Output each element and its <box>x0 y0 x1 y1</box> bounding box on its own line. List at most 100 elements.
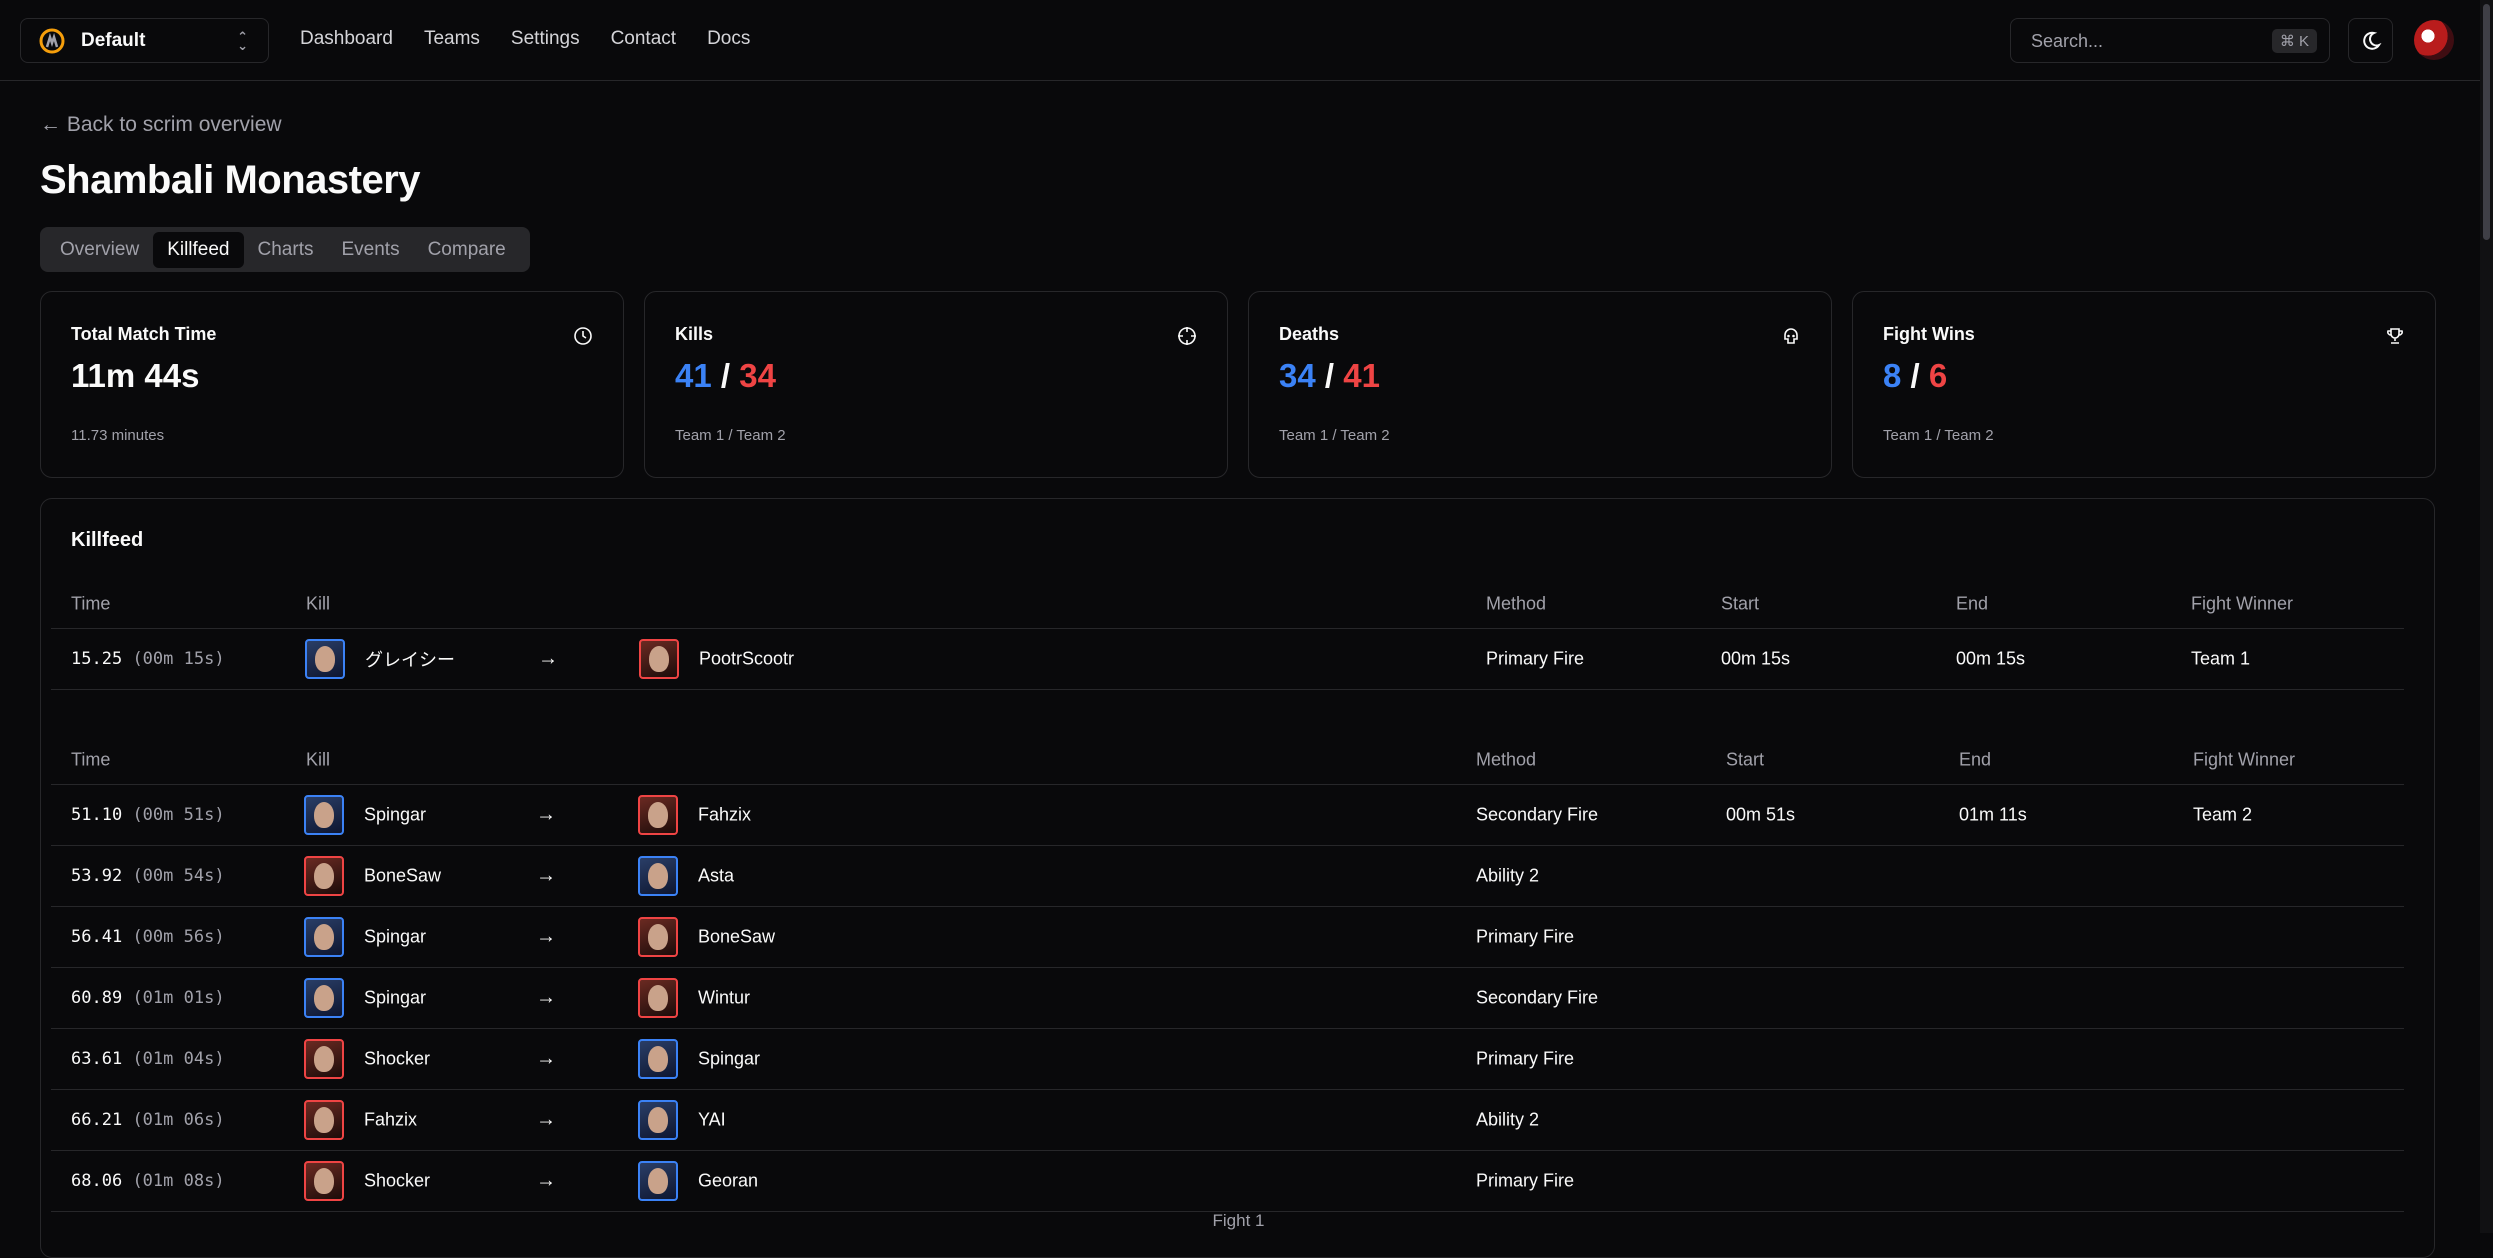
top-navbar: Default ⌃ ⌄ Dashboard Teams Settings Cont… <box>0 0 2480 81</box>
kill-time-formatted: (01m 01s) <box>132 988 225 1008</box>
victim[interactable]: Georan <box>638 1161 758 1201</box>
table-row: 60.89 (01m 01s) Spingar → Wintur Secondary F… <box>51 968 2404 1029</box>
arrow-right-icon: → <box>536 925 556 948</box>
kill-time: 68.06 (01m 08s) <box>71 1171 225 1191</box>
column-header-winner: Fight Winner <box>2191 593 2294 613</box>
overwatch-logo-icon <box>39 28 65 53</box>
killer[interactable]: Fahzix <box>304 1100 417 1140</box>
stat-card-match-time: Total Match Time 11m 44s 11.73 minutes <box>40 291 624 478</box>
killer-name: Spingar <box>364 804 427 825</box>
table-row: 66.21 (01m 06s) Fahzix → YAI Ability 2 <box>51 1090 2404 1151</box>
team2-value: 6 <box>1928 357 1948 394</box>
card-label: Kills <box>675 324 714 344</box>
nav-dashboard[interactable]: Dashboard <box>300 28 393 50</box>
team-switcher-label: Default <box>81 29 146 51</box>
table-row: 51.10 (00m 51s) Spingar → Fahzix Secondary F… <box>51 785 2404 846</box>
kill-time-formatted: (01m 08s) <box>132 1171 225 1191</box>
column-header-end: End <box>1959 749 1992 769</box>
kill-time: 66.21 (01m 06s) <box>71 1110 225 1130</box>
hero-portrait-icon <box>304 1100 344 1140</box>
arrow-right-icon: → <box>536 1108 556 1131</box>
killer-name: Fahzix <box>364 1109 418 1130</box>
hero-portrait-icon <box>639 639 679 679</box>
victim-name: Georan <box>698 1170 759 1191</box>
killer-name: グレイシー <box>365 650 455 670</box>
victim-name: BoneSaw <box>698 926 776 947</box>
value-separator: / <box>711 357 740 394</box>
victim[interactable]: Spingar <box>638 1039 760 1079</box>
search-placeholder: Search... <box>2031 31 2104 51</box>
victim[interactable]: BoneSaw <box>638 917 775 957</box>
kill-time-formatted: (00m 54s) <box>132 866 225 886</box>
column-header-method: Method <box>1486 593 1547 613</box>
nav-contact[interactable]: Contact <box>611 28 676 50</box>
column-header-start: Start <box>1726 749 1765 769</box>
tab-compare[interactable]: Compare <box>414 232 520 268</box>
arrow-right-icon: → <box>536 1169 556 1192</box>
team-switcher[interactable]: Default ⌃ ⌄ <box>20 18 269 63</box>
victim[interactable]: PootrScootr <box>639 639 794 679</box>
victim[interactable]: YAI <box>638 1100 726 1140</box>
kill-time-formatted: (00m 56s) <box>132 927 225 947</box>
nav-teams[interactable]: Teams <box>424 28 480 50</box>
search-shortcut-badge: ⌘ K <box>2271 29 2317 53</box>
kill-method: Primary Fire <box>1476 1048 1574 1069</box>
killer[interactable]: Spingar <box>304 917 426 957</box>
column-header-end: End <box>1956 593 1989 613</box>
kill-time-formatted: (00m 15s) <box>132 649 225 669</box>
user-avatar[interactable] <box>2414 20 2454 60</box>
killer[interactable]: Shocker <box>304 1161 430 1201</box>
stat-card-deaths: Deaths 34 / 41 Team 1 / Team 2 <box>1248 291 1832 478</box>
page-scrollbar[interactable] <box>2480 0 2493 1233</box>
column-header-time: Time <box>71 593 111 613</box>
tab-list: Overview Killfeed Charts Events Compare <box>40 227 530 272</box>
nav-settings[interactable]: Settings <box>511 28 580 50</box>
killer-name: Spingar <box>364 987 427 1008</box>
kill-time-seconds: 56.41 <box>71 927 123 947</box>
kill-method: Primary Fire <box>1476 1170 1574 1191</box>
killer[interactable]: Shocker <box>304 1039 430 1079</box>
search-input[interactable]: Search... ⌘ K <box>2010 18 2330 63</box>
team1-value: 34 <box>1279 357 1316 394</box>
kill-time: 53.92 (00m 54s) <box>71 866 225 886</box>
column-header-winner: Fight Winner <box>2193 749 2296 769</box>
hero-portrait-icon <box>638 1100 678 1140</box>
card-label: Total Match Time <box>71 324 217 344</box>
killer[interactable]: Spingar <box>304 795 426 835</box>
killfeed-card: Killfeed Fight 1 Time Kill Method Start End F… <box>40 498 2435 1258</box>
kill-time-seconds: 51.10 <box>71 805 123 825</box>
nav-docs[interactable]: Docs <box>707 28 750 50</box>
hero-portrait-icon <box>304 1161 344 1201</box>
tab-events[interactable]: Events <box>327 232 413 268</box>
victim[interactable]: Wintur <box>638 978 750 1018</box>
scrollbar-thumb[interactable] <box>2483 4 2490 240</box>
hero-portrait-icon <box>638 978 678 1018</box>
kill-start: 00m 15s <box>1721 648 1791 669</box>
theme-toggle-button[interactable] <box>2348 18 2393 63</box>
kill-method: Ability 2 <box>1476 865 1540 886</box>
hero-portrait-icon <box>638 1039 678 1079</box>
victim[interactable]: Fahzix <box>638 795 751 835</box>
victim[interactable]: Asta <box>638 856 734 896</box>
killer[interactable]: BoneSaw <box>304 856 441 896</box>
arrow-right-icon: → <box>536 864 556 887</box>
tab-killfeed[interactable]: Killfeed <box>153 231 244 268</box>
team1-value: 8 <box>1883 357 1902 394</box>
crosshair-icon <box>1178 327 1196 345</box>
stat-card-fight-wins: Fight Wins 8 / 6 Team 1 / Team 2 <box>1852 291 2436 478</box>
killer[interactable]: Spingar <box>304 978 426 1018</box>
stat-card-kills: Kills 41 / 34 Team 1 / Team 2 <box>644 291 1228 478</box>
hero-portrait-icon <box>304 856 344 896</box>
table-header-row: Time Kill Method Start End Fight Winner <box>51 579 2404 629</box>
kill-time-formatted: (01m 06s) <box>132 1110 225 1130</box>
value-separator: / <box>1315 357 1344 394</box>
tab-overview[interactable]: Overview <box>46 232 153 268</box>
kill-end: 00m 15s <box>1956 648 2026 669</box>
tab-charts[interactable]: Charts <box>244 232 328 268</box>
hero-portrait-icon <box>304 1039 344 1079</box>
kill-time-formatted: (00m 51s) <box>132 805 225 825</box>
kill-end: 01m 11s <box>1959 804 2027 825</box>
kill-time: 56.41 (00m 56s) <box>71 927 225 947</box>
killer[interactable]: グレイシー <box>305 639 455 679</box>
back-link[interactable]: ← Back to scrim overview <box>40 113 282 137</box>
